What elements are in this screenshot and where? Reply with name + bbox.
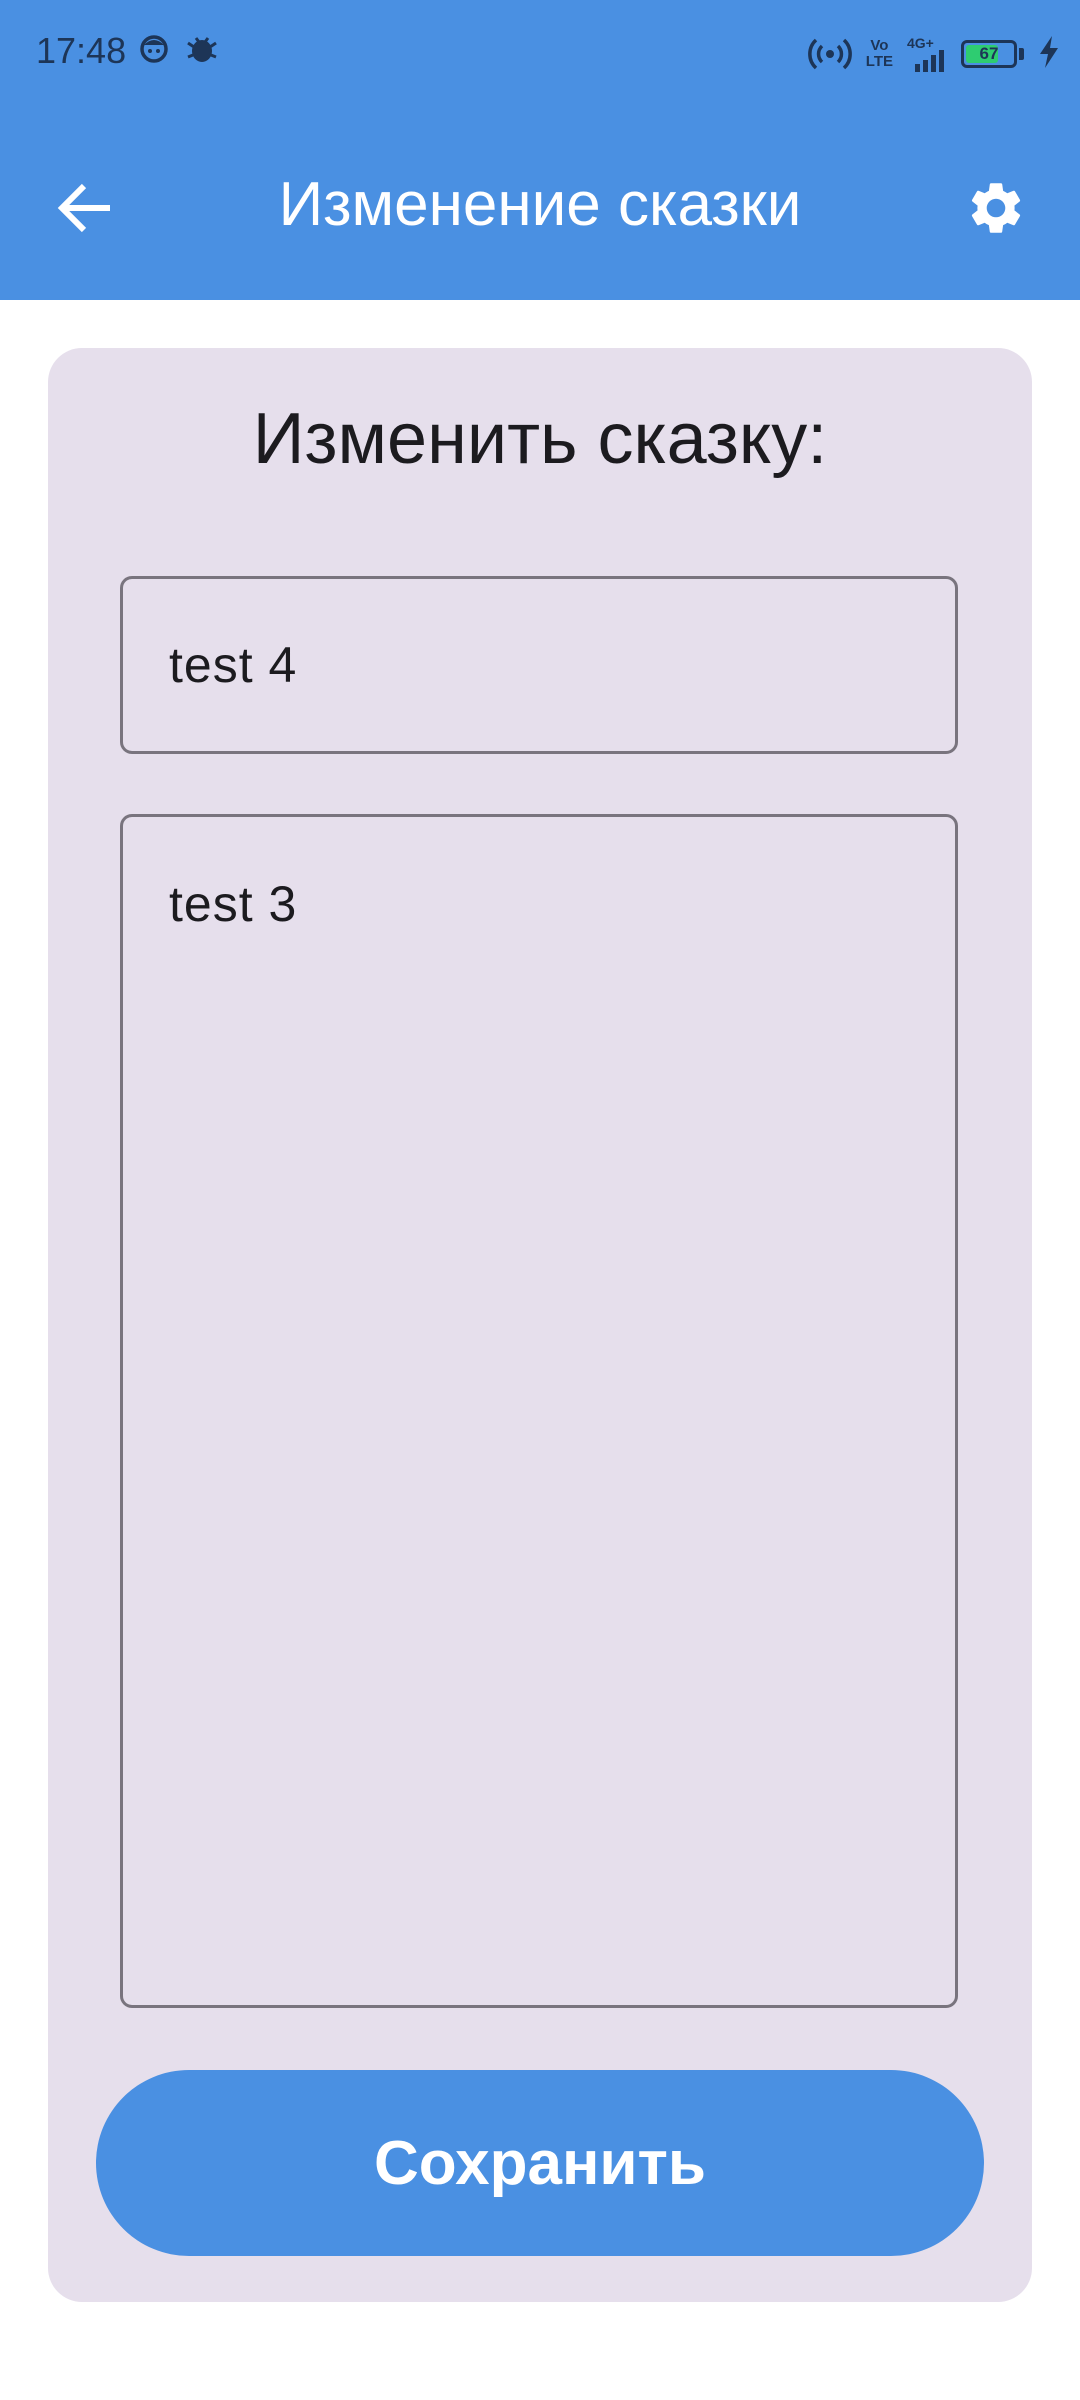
battery-level: 67 bbox=[979, 44, 999, 63]
cell-signal: 4G+ bbox=[907, 36, 947, 72]
settings-button[interactable] bbox=[952, 164, 1040, 252]
story-text-input[interactable]: test 3 bbox=[120, 814, 958, 2008]
edit-story-card: Изменить сказку: test 3 Сохранить bbox=[48, 348, 1032, 2302]
bug-notification-icon bbox=[184, 33, 220, 70]
back-button[interactable] bbox=[40, 164, 128, 252]
volte-indicator: Vo LTE bbox=[865, 37, 893, 70]
form-heading: Изменить сказку: bbox=[252, 399, 828, 479]
save-button[interactable]: Сохранить bbox=[96, 2070, 984, 2256]
face-notification-icon bbox=[138, 33, 170, 70]
gear-icon bbox=[971, 183, 1021, 233]
status-icons: Vo LTE 4G+ 67 bbox=[807, 28, 1060, 80]
page-title: Изменение сказки bbox=[278, 170, 802, 239]
battery-indicator: 67 bbox=[961, 40, 1017, 68]
battery-cap bbox=[1019, 48, 1024, 60]
app-bar: 17:48 Vo LTE 4G+ 67 Изменение сказки bbox=[0, 0, 1080, 300]
hotspot-icon bbox=[807, 34, 852, 75]
network-type: 4G+ bbox=[907, 35, 934, 51]
signal-bars-icon bbox=[915, 50, 944, 72]
arrow-back-icon bbox=[57, 183, 110, 233]
charging-icon bbox=[1038, 35, 1060, 73]
status-time: 17:48 bbox=[36, 30, 127, 71]
story-title-input[interactable] bbox=[120, 576, 958, 754]
